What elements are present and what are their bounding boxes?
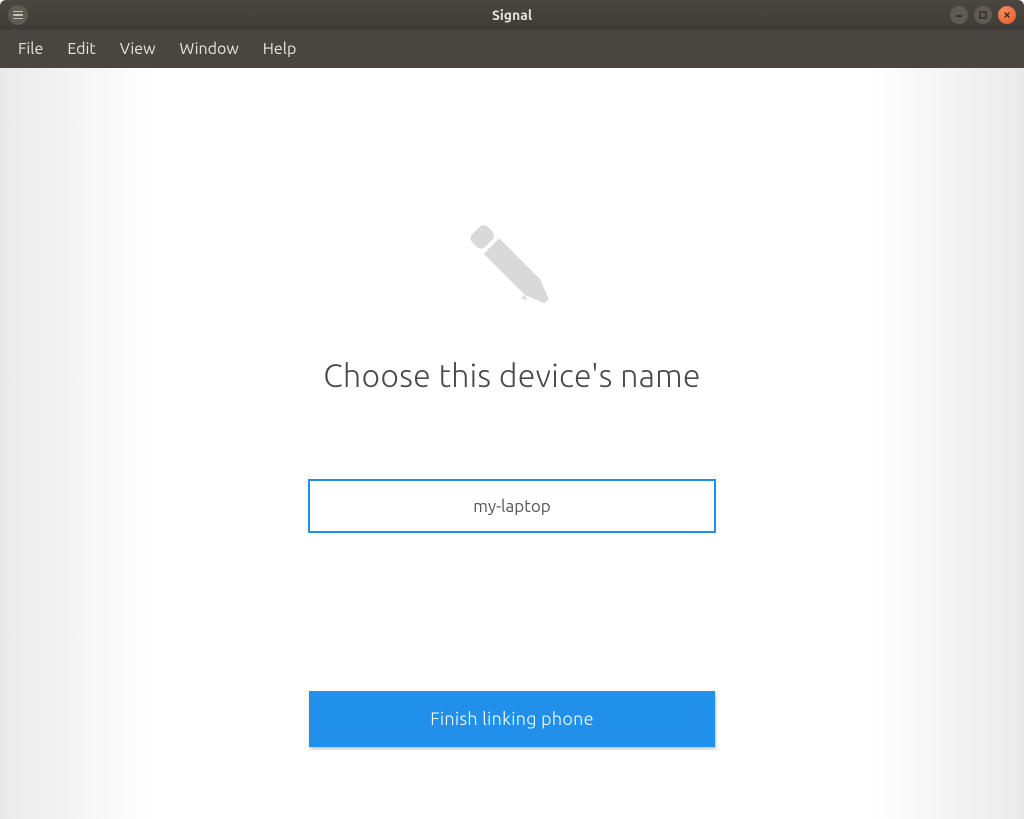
maximize-button[interactable] xyxy=(974,6,992,24)
minimize-button[interactable] xyxy=(950,6,968,24)
window-title: Signal xyxy=(492,7,532,23)
menu-edit[interactable]: Edit xyxy=(57,36,105,62)
menu-view[interactable]: View xyxy=(110,36,166,62)
app-menu-icon[interactable] xyxy=(8,5,28,25)
menu-file[interactable]: File xyxy=(8,36,53,62)
device-name-input[interactable] xyxy=(308,479,716,533)
menu-help[interactable]: Help xyxy=(253,36,307,62)
pencil-icon xyxy=(442,198,582,338)
menubar: File Edit View Window Help xyxy=(0,30,1024,68)
page-heading: Choose this device's name xyxy=(323,358,700,394)
close-button[interactable] xyxy=(998,6,1016,24)
window-controls xyxy=(950,6,1016,24)
menu-window[interactable]: Window xyxy=(170,36,249,62)
titlebar: Signal xyxy=(0,0,1024,30)
finish-linking-button[interactable]: Finish linking phone xyxy=(309,691,715,747)
main-content: Choose this device's name Finish linking… xyxy=(0,68,1024,819)
